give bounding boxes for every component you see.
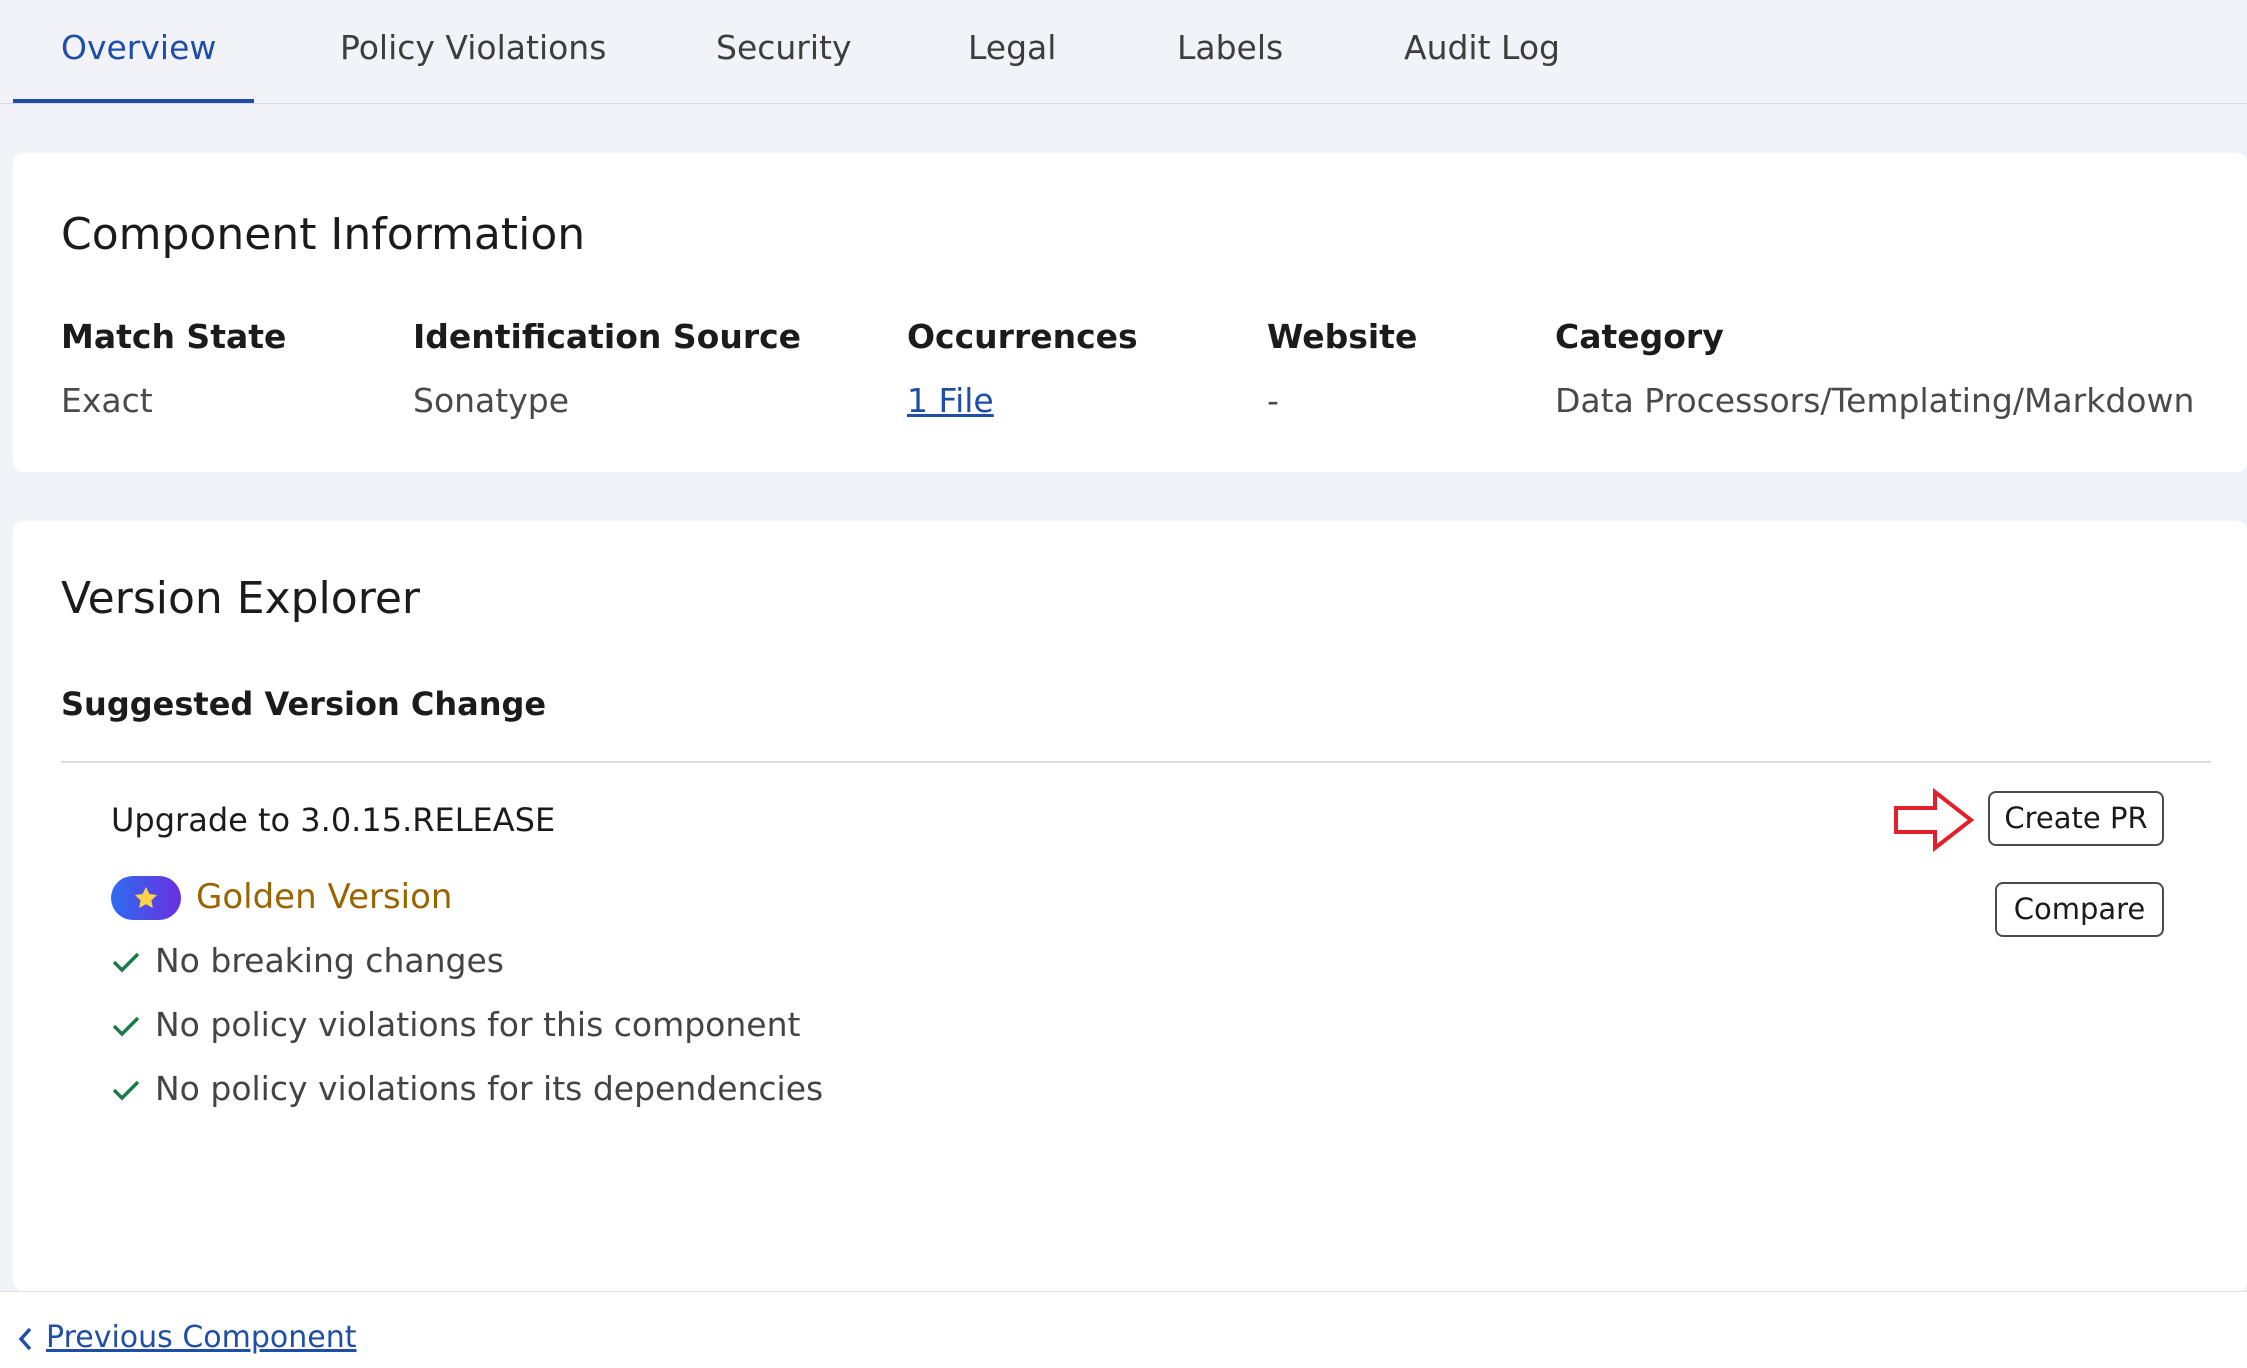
divider (61, 761, 2211, 763)
suggested-version-change-heading: Suggested Version Change (61, 685, 547, 723)
version-explorer-card: Version Explorer Suggested Version Chang… (13, 521, 2247, 1291)
occurrences-label: Occurrences (907, 317, 1138, 356)
tab-policy-violations[interactable]: Policy Violations (340, 28, 606, 67)
star-icon (134, 886, 158, 909)
golden-version-label: Golden Version (196, 877, 453, 917)
footer-bar: Previous Component (0, 1291, 2247, 1368)
upgrade-version-title: Upgrade to 3.0.15.RELEASE (111, 801, 556, 839)
website-label: Website (1267, 317, 1418, 356)
match-state-value: Exact (61, 381, 153, 420)
tab-labels[interactable]: Labels (1177, 28, 1283, 67)
tab-legal[interactable]: Legal (968, 28, 1056, 67)
active-tab-indicator (13, 99, 254, 103)
identification-source-label: Identification Source (413, 317, 802, 356)
identification-source-value: Sonatype (413, 381, 569, 420)
component-information-card: Component Information Match State Exact … (13, 153, 2247, 472)
match-state-label: Match State (61, 317, 287, 356)
version-explorer-title: Version Explorer (61, 573, 420, 624)
occurrences-link[interactable]: 1 File (907, 381, 994, 420)
check-item-label: No policy violations for this component (155, 1005, 801, 1044)
component-information-title: Component Information (61, 209, 586, 260)
category-label: Category (1555, 317, 1724, 356)
chevron-left-icon (18, 1327, 32, 1351)
check-item-label: No policy violations for its dependencie… (155, 1069, 824, 1108)
check-icon (112, 1080, 140, 1101)
check-icon (112, 1016, 140, 1037)
check-icon (112, 952, 140, 973)
tab-audit-log[interactable]: Audit Log (1404, 28, 1560, 67)
tab-security[interactable]: Security (716, 28, 852, 67)
tab-bar: Overview Policy Violations Security Lega… (0, 0, 2247, 104)
golden-version-badge (111, 876, 181, 920)
category-value: Data Processors/Templating/Markdown (1555, 381, 2195, 420)
compare-button[interactable]: Compare (1995, 882, 2164, 937)
check-item-label: No breaking changes (155, 941, 504, 980)
tab-overview[interactable]: Overview (61, 28, 216, 67)
previous-component-label[interactable]: Previous Component (46, 1320, 357, 1355)
create-pr-button[interactable]: Create PR (1988, 791, 2164, 846)
arrow-right-icon (1894, 788, 1975, 852)
website-value: - (1267, 381, 1279, 420)
